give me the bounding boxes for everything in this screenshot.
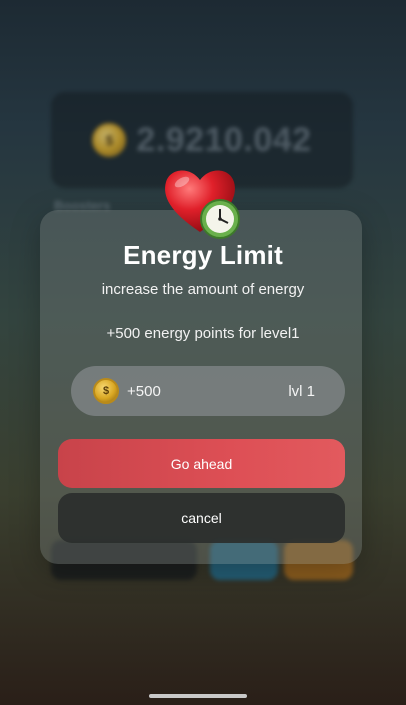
dialog-subtitle: increase the amount of energy	[101, 281, 305, 298]
heart-clock-icon	[165, 170, 240, 239]
balance-value: 2.9210.042	[136, 120, 312, 159]
dialog-title: Energy Limit	[123, 240, 283, 270]
reward-pill: $ +500 lvl 1	[71, 366, 345, 416]
dialog-detail: +500 energy points for level1	[106, 325, 300, 342]
go-ahead-button[interactable]: Go ahead	[58, 439, 345, 488]
level-label: lvl 1	[288, 382, 315, 400]
coin-icon: $	[92, 123, 127, 157]
reward-amount: +500	[127, 382, 161, 400]
cancel-button[interactable]: cancel	[58, 493, 345, 543]
coin-icon: $	[93, 378, 119, 404]
home-indicator	[149, 694, 247, 698]
